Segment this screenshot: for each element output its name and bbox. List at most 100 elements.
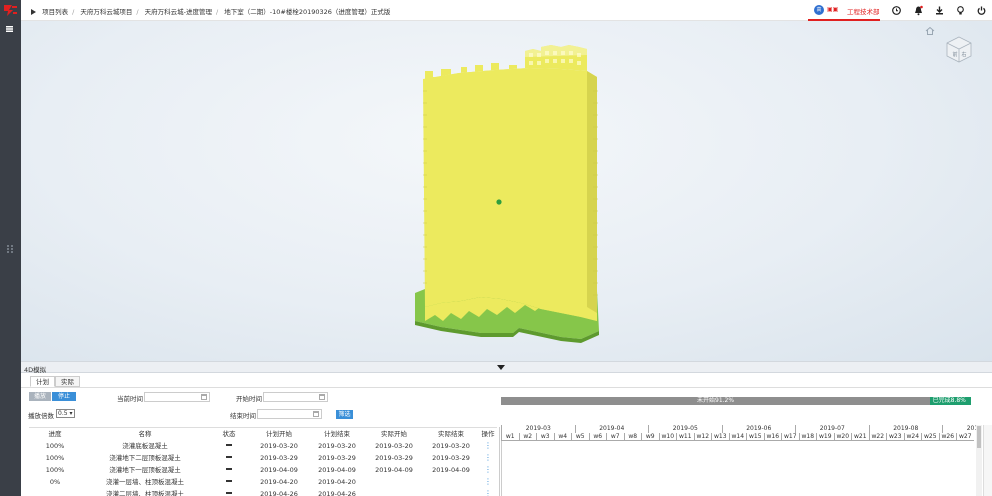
row-actual-start <box>365 476 423 488</box>
not-started-label: 未开始91.2% <box>697 397 735 404</box>
avatar: 高 <box>814 5 824 15</box>
clock-icon[interactable] <box>891 5 902 16</box>
more-actions-icon[interactable]: ⋮ <box>484 453 492 462</box>
done-label: 已完成8.8% <box>932 397 966 404</box>
table-row[interactable]: 100% 浇灌地下二层顶板混凝土 2019-03-29 2019-03-29 2019-… <box>29 452 497 464</box>
table-row[interactable]: 100% 浇灌底板混凝土 2019-03-20 2019-03-20 2019-03-2… <box>29 440 497 452</box>
more-actions-icon[interactable]: ⋮ <box>484 477 492 486</box>
tab-actual[interactable]: 实际 <box>55 376 80 387</box>
gantt-week-cell: w15 <box>746 433 764 441</box>
row-plan-start: 2019-04-20 <box>260 478 298 486</box>
gantt-week-cell: w26 <box>938 433 956 441</box>
row-plan-start: 2019-04-09 <box>260 466 298 474</box>
gantt-week-cell: w21 <box>851 433 869 441</box>
table-header: 进度 名称 状态 计划开始 计划结束 实际开始 实际结束 操作 <box>29 428 497 440</box>
lightbulb-icon[interactable] <box>955 5 966 16</box>
gantt-week-cell: w19 <box>816 433 834 441</box>
end-time-input[interactable] <box>257 409 322 419</box>
more-actions-icon[interactable]: ⋮ <box>484 441 492 450</box>
svg-text:右: 右 <box>962 51 967 58</box>
col-actions: 操作 <box>481 430 495 438</box>
app-logo-icon[interactable] <box>3 4 18 17</box>
gantt-week-cell: w4 <box>553 433 571 441</box>
more-actions-icon[interactable]: ⋮ <box>484 489 492 496</box>
col-plan-start: 计划开始 <box>266 430 292 438</box>
row-actions[interactable]: ⋮ <box>479 452 497 464</box>
row-plan-end: 2019-04-26 <box>318 490 356 496</box>
table-row[interactable]: 100% 浇灌地下一层顶板混凝土 2019-04-09 2019-04-09 2019-… <box>29 464 497 476</box>
gantt-week-cell: w5 <box>571 433 589 441</box>
row-actual-start: 2019-03-20 <box>375 442 413 450</box>
gantt-week-cell: w9 <box>641 433 659 441</box>
svg-text:前: 前 <box>953 51 958 58</box>
task-table: 进度 名称 状态 计划开始 计划结束 实际开始 实际结束 操作 100% 浇灌底板… <box>29 427 497 496</box>
row-plan-end: 2019-03-20 <box>318 442 356 450</box>
gantt-week-cell: w14 <box>728 433 746 441</box>
gantt-week-cell: w23 <box>886 433 904 441</box>
gantt-week-cell: w10 <box>658 433 676 441</box>
panel-scrollbar[interactable] <box>983 425 992 496</box>
collapse-arrow-icon[interactable] <box>497 365 505 370</box>
breadcrumb-item-project[interactable]: 天府万科云城项目 <box>80 8 132 16</box>
power-icon[interactable] <box>976 5 987 16</box>
sidebar-resize-handle[interactable] <box>6 244 14 254</box>
row-actions[interactable]: ⋮ <box>479 488 497 496</box>
row-name: 浇灌二层墙、柱顶板混凝土 <box>106 490 184 496</box>
gantt-week-cell: w27 <box>956 433 974 441</box>
user-menu[interactable]: 高 ▣▣ 工程技术部 <box>808 0 880 21</box>
row-plan-end: 2019-03-29 <box>318 454 356 462</box>
gantt-week-header: w1 w2 w3 w4 w5 w6 w7 w8 w9 w10 w11 w12 w13 w14 w15 w16 w… <box>501 433 976 441</box>
building-model[interactable] <box>21 21 992 361</box>
scrollbar-thumb[interactable] <box>977 426 981 448</box>
gantt-chart: 2019-03 2019-04 2019-05 2019-06 2019-07 2019-… <box>501 425 976 496</box>
splitter[interactable] <box>499 427 500 496</box>
more-actions-icon[interactable]: ⋮ <box>484 465 492 474</box>
col-name: 名称 <box>138 430 152 438</box>
top-header: 项目列表 / 天府万科云城项目 / 天府万科云城-进度管理 / 地下室（二期）-10#… <box>21 0 992 21</box>
status-dash-icon <box>226 480 232 482</box>
breadcrumb: 项目列表 / 天府万科云城项目 / 天府万科云城-进度管理 / 地下室（二期）-10#… <box>31 6 390 16</box>
table-row[interactable]: 0% 浇灌一层墙、柱顶板混凝土 2019-04-20 2019-04-20 ⋮ <box>29 476 497 488</box>
gantt-week-cell: w6 <box>588 433 606 441</box>
gantt-week-cell: w24 <box>903 433 921 441</box>
breadcrumb-item-projects[interactable]: 项目列表 <box>42 8 68 16</box>
gantt-scrollbar[interactable] <box>976 425 982 496</box>
viewcube[interactable]: 前 右 <box>945 35 973 63</box>
gantt-week-cell: w13 <box>711 433 729 441</box>
row-progress: 100% <box>45 454 65 462</box>
gantt-week-cell: w17 <box>781 433 799 441</box>
department-icon: ▣▣ <box>827 6 839 13</box>
row-actions[interactable]: ⋮ <box>479 464 497 476</box>
start-time-input[interactable] <box>263 392 328 402</box>
row-actual-end: 2019-03-29 <box>432 454 470 462</box>
row-name: 浇灌一层墙、柱顶板混凝土 <box>106 478 184 486</box>
row-actual-end <box>423 476 479 488</box>
filter-button[interactable]: 筛选 <box>336 410 353 419</box>
calendar-icon <box>313 411 319 417</box>
row-actions[interactable]: ⋮ <box>479 440 497 452</box>
model-viewport[interactable]: 前 右 <box>21 21 992 361</box>
download-icon[interactable] <box>934 5 945 16</box>
breadcrumb-item-schedule[interactable]: 天府万科云城-进度管理 <box>145 8 212 16</box>
speed-label: 播放倍数 <box>28 412 54 420</box>
end-time-label: 结束时间 <box>230 412 256 420</box>
table-row[interactable]: 浇灌二层墙、柱顶板混凝土 2019-04-26 2019-04-26 ⋮ <box>29 488 497 496</box>
breadcrumb-item-model: 地下室（二期）-10#楼栓20190326（进度管理）正式版 <box>224 8 391 16</box>
tab-plan[interactable]: 计划 <box>30 376 55 387</box>
current-time-input[interactable] <box>144 392 210 402</box>
gantt-week-cell: w22 <box>868 433 886 441</box>
play-button[interactable]: 播放 <box>29 392 51 401</box>
menu-icon[interactable] <box>6 26 13 32</box>
row-actions[interactable]: ⋮ <box>479 476 497 488</box>
stop-button[interactable]: 停止 <box>52 392 76 401</box>
gantt-week-cell: w8 <box>623 433 641 441</box>
gantt-month-cell: 2019-06 <box>721 425 796 433</box>
bell-icon[interactable] <box>913 5 924 16</box>
row-status <box>209 440 249 452</box>
home-icon[interactable] <box>925 26 935 36</box>
col-actual-start: 实际开始 <box>381 430 407 438</box>
status-dash-icon <box>226 456 232 458</box>
panel-header: 4D模拟 <box>21 361 992 374</box>
gantt-week-cell: w20 <box>833 433 851 441</box>
speed-select[interactable]: 0.5 ▾ <box>56 409 75 418</box>
